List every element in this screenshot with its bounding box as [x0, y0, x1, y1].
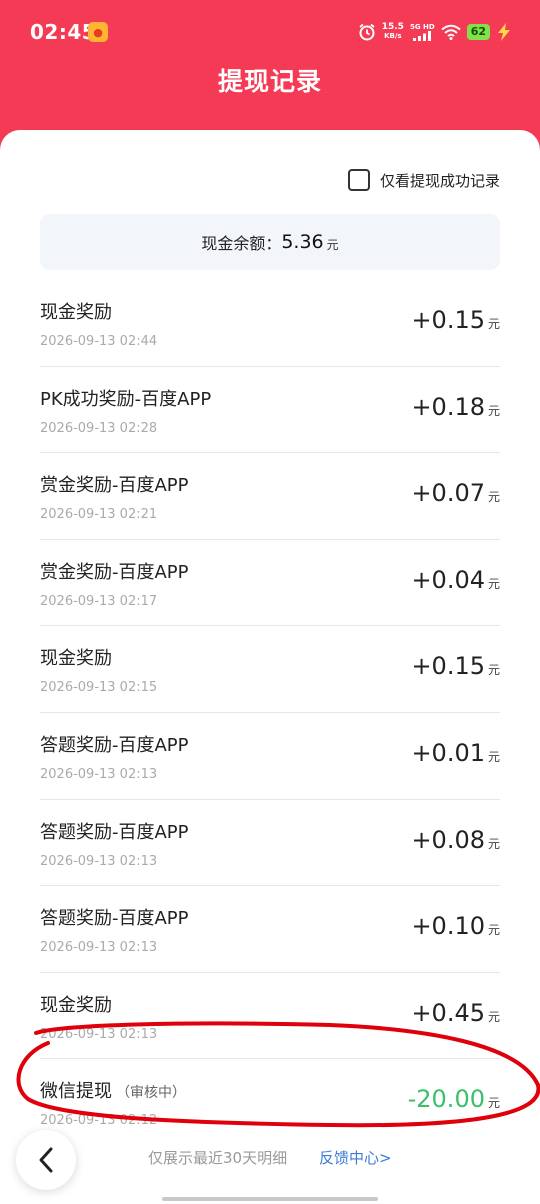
signal-bars-icon: [413, 31, 432, 41]
record-unit: 元: [487, 923, 500, 938]
record-time: 2026-09-13 02:12: [40, 1113, 158, 1129]
record-amount: +0.15: [411, 652, 485, 681]
record-amount: +0.10: [411, 912, 485, 941]
record-row: 答题奖励-百度APP 2026-09-13 02:13 +0.01 元: [40, 713, 500, 800]
record-amount: +0.18: [411, 392, 485, 421]
record-time: 2026-09-13 02:13: [40, 853, 158, 869]
record-amount: +0.07: [411, 479, 485, 508]
record-time: 2026-09-13 02:15: [40, 680, 158, 696]
net-speed-unit: KB/s: [384, 32, 402, 40]
success-only-checkbox[interactable]: [347, 169, 370, 191]
record-unit: 元: [487, 490, 500, 505]
record-row: PK成功奖励-百度APP 2026-09-13 02:28 +0.18 元: [40, 367, 500, 454]
app-notification-icon: ●: [88, 22, 108, 42]
balance-unit: 元: [326, 237, 339, 252]
home-indicator[interactable]: [162, 1197, 378, 1201]
record-row: 赏金奖励-百度APP 2026-09-13 02:17 +0.04 元: [40, 540, 500, 627]
record-unit: 元: [487, 317, 500, 331]
record-title: 现金奖励: [40, 994, 112, 1016]
record-time: 2026-09-13 02:13: [40, 766, 158, 782]
record-time: 2026-09-13 02:17: [40, 593, 158, 609]
record-unit: 元: [487, 403, 500, 418]
record-time: 2026-09-13 02:13: [40, 940, 158, 956]
record-row: 现金奖励 2026-09-13 02:13 +0.45 元: [40, 973, 500, 1060]
net-speed: 15.5 KB/s: [382, 23, 404, 41]
cash-balance: 现金余额： 5.36 元: [40, 214, 500, 270]
status-time: 02:45: [30, 20, 97, 44]
success-only-filter[interactable]: 仅看提现成功记录: [347, 168, 500, 192]
record-unit: 元: [487, 749, 500, 764]
record-unit: 元: [487, 836, 500, 851]
record-title: 赏金奖励-百度APP: [40, 475, 189, 497]
record-amount: +0.01: [411, 738, 485, 767]
record-title: 答题奖励-百度APP: [40, 821, 189, 843]
record-row: 赏金奖励-百度APP 2026-09-13 02:21 +0.07 元: [40, 453, 500, 540]
feedback-center-link[interactable]: 反馈中心>: [319, 1147, 392, 1168]
cell-signal: 5G HD: [410, 23, 435, 41]
record-row: 答题奖励-百度APP 2026-09-13 02:13 +0.08 元: [40, 800, 500, 887]
recent-30-days-note: 仅展示最近30天明细: [148, 1149, 288, 1167]
record-status: （审核中）: [116, 1085, 186, 1102]
record-row-withdrawal: 微信提现 （审核中） 2026-09-13 02:12 -20.00 元: [40, 1059, 500, 1146]
record-title: 赏金奖励-百度APP: [40, 561, 189, 583]
record-title: 答题奖励-百度APP: [40, 908, 189, 930]
record-row: 现金奖励 2026-09-13 02:44 +0.15 元: [40, 280, 500, 367]
record-time: 2026-09-13 02:21: [40, 507, 158, 523]
battery-indicator: 62: [466, 24, 490, 40]
record-amount: +0.08: [411, 825, 485, 854]
signal-label: 5G HD: [409, 23, 435, 31]
record-title: 微信提现: [40, 1081, 112, 1103]
record-unit: 元: [487, 663, 500, 678]
back-button[interactable]: [16, 1130, 76, 1190]
record-amount: +0.45: [411, 998, 485, 1027]
record-amount: -20.00: [407, 1085, 485, 1114]
net-speed-value: 15.5: [381, 22, 404, 32]
record-row: 答题奖励-百度APP 2026-09-13 02:13 +0.10 元: [40, 886, 500, 973]
record-amount: +0.15: [411, 306, 485, 334]
filter-label: 仅看提现成功记录: [379, 171, 500, 190]
status-icons: 15.5 KB/s 5G HD 62: [358, 20, 512, 44]
page-title: 提现记录: [217, 67, 322, 96]
wifi-icon: [441, 24, 461, 40]
balance-value: 5.36: [281, 231, 324, 253]
record-title: 现金奖励: [40, 302, 112, 323]
record-amount: +0.04: [411, 565, 485, 594]
record-unit: 元: [487, 1009, 500, 1024]
record-row: 现金奖励 2026-09-13 02:15 +0.15 元: [40, 626, 500, 713]
chevron-left-icon: [39, 1147, 53, 1173]
charging-icon: [498, 23, 510, 41]
alarm-icon: [359, 23, 375, 41]
records-list: 现金奖励 2026-09-13 02:44 +0.15 元 PK成功奖励-百度AP…: [40, 280, 500, 1146]
record-title: 现金奖励: [40, 648, 112, 670]
balance-label: 现金余额：: [201, 234, 282, 253]
record-unit: 元: [487, 1096, 500, 1111]
withdraw-records-screen: 02:45 ● 15.5 KB/s 5G HD 62 提现记录 仅看提现成功记录…: [0, 0, 540, 1204]
records-card: 仅看提现成功记录 现金余额： 5.36 元 现金奖励 2026-09-13 02…: [0, 130, 540, 1204]
record-time: 2026-09-13 02:13: [40, 1026, 158, 1042]
record-time: 2026-09-13 02:44: [40, 334, 158, 349]
record-time: 2026-09-13 02:28: [40, 420, 158, 436]
status-bar: 02:45 ● 15.5 KB/s 5G HD 62: [0, 0, 540, 64]
record-title: 答题奖励-百度APP: [40, 734, 189, 756]
record-unit: 元: [487, 576, 500, 591]
record-title: PK成功奖励-百度APP: [40, 388, 212, 410]
